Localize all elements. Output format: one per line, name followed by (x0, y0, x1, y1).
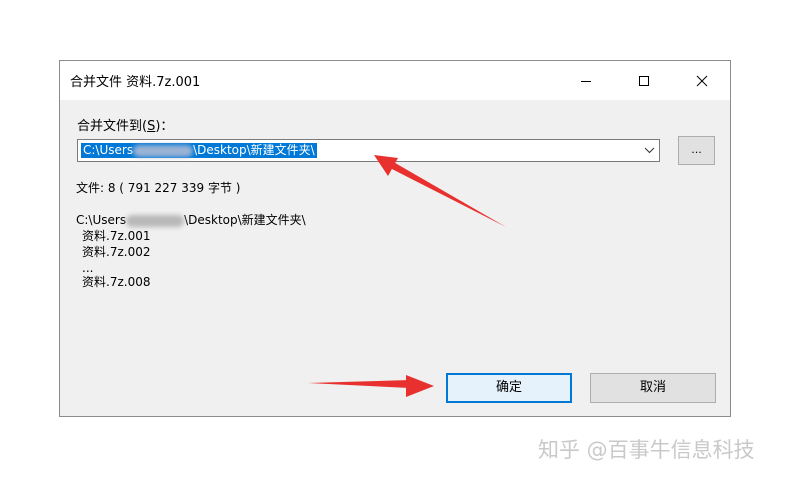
annotation-arrows (308, 155, 506, 397)
red-arrow-icon (308, 375, 434, 397)
red-arrow-icon (374, 155, 506, 227)
watermark: 知乎 @百事牛信息科技 (538, 438, 755, 462)
screenshot-stage: 合并文件 资料.7z.001 合并文件到(S)： C:\Users \Deskt… (0, 0, 798, 482)
